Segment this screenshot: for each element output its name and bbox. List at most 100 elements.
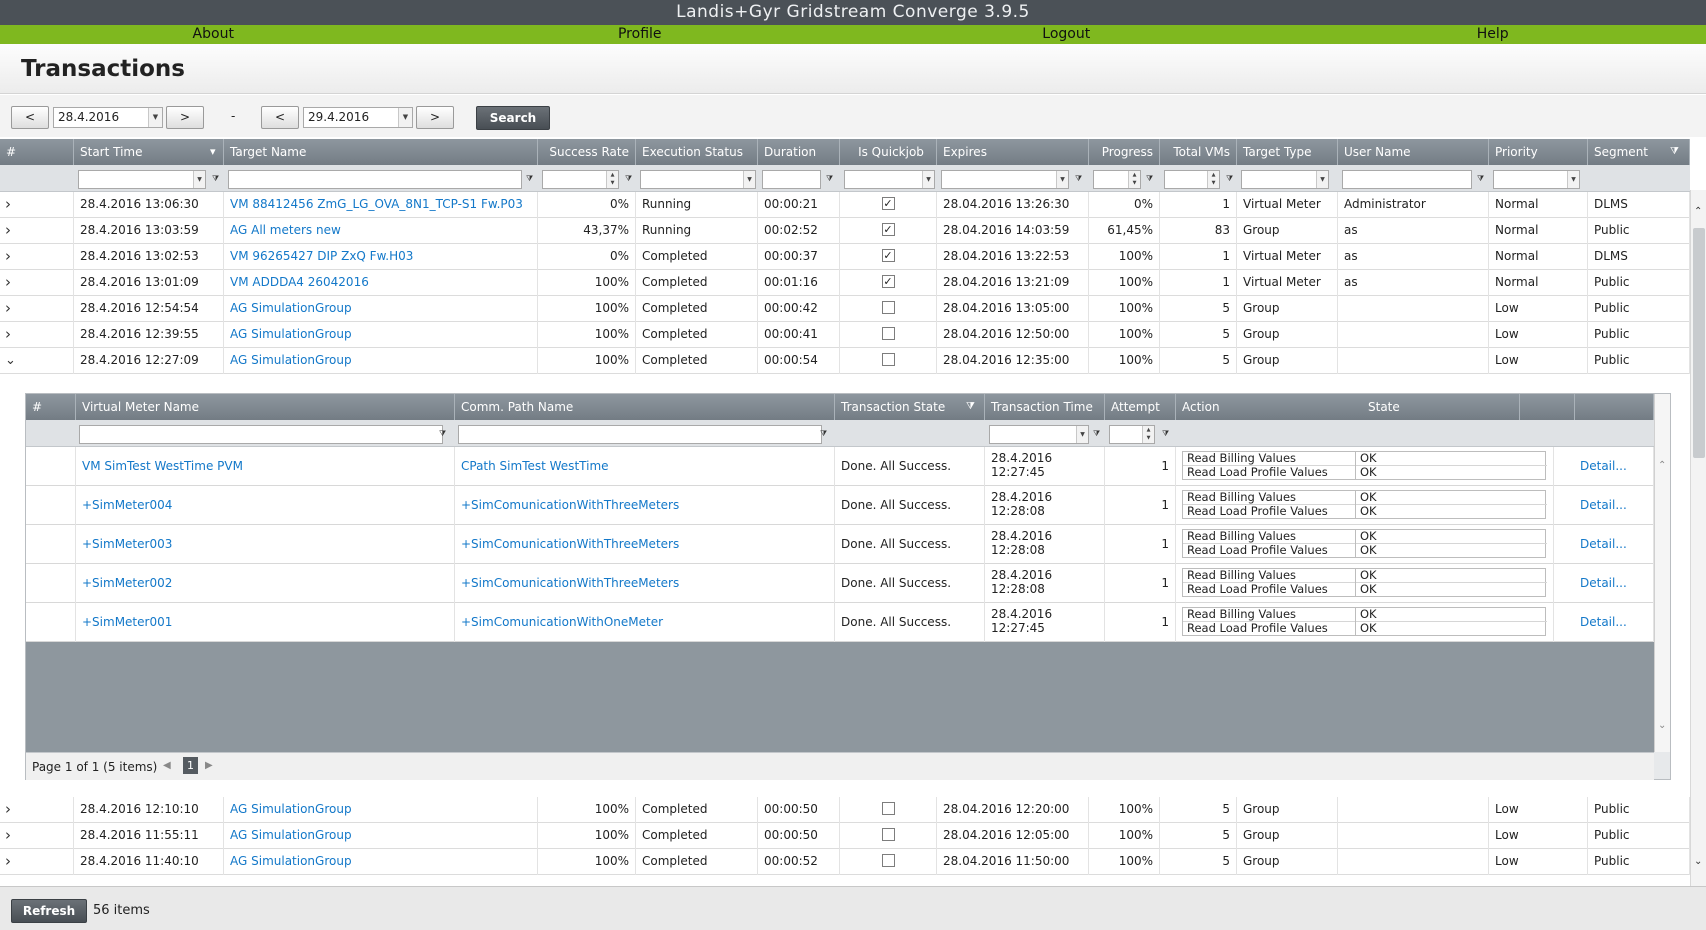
attempt-filter[interactable]: ▲ ▼ — [1109, 425, 1155, 444]
chevron-down-icon[interactable]: ▼ — [922, 171, 934, 188]
target-type-filter[interactable]: ▼ — [1241, 170, 1329, 189]
chevron-down-icon[interactable]: ▼ — [398, 108, 412, 127]
virtual-meter-name-cell[interactable]: VM SimTest WestTime PVM — [76, 447, 455, 486]
table-row[interactable]: › 28.4.2016 12:10:10 AG SimulationGroup 100… — [0, 797, 1690, 823]
is-quickjob-checkbox[interactable] — [881, 802, 895, 815]
detail-row[interactable]: +SimMeter004 +SimComunicationWithThreeMet… — [26, 486, 1654, 525]
start-time-filter[interactable]: ▼ — [78, 170, 206, 189]
grid-scrollbar[interactable]: ⌃ ⌄ — [1690, 190, 1706, 886]
table-row[interactable]: ⌄ 28.4.2016 12:27:09 AG SimulationGroup 100… — [0, 348, 1690, 374]
user-name-filter[interactable] — [1342, 170, 1472, 189]
column-header-is-quickjob[interactable]: Is Quickjob — [840, 139, 937, 165]
table-row[interactable]: › 28.4.2016 13:02:53 VM 96265427 DIP ZxQ F… — [0, 244, 1690, 270]
filter-funnel-icon[interactable]: ⧩ — [826, 174, 834, 184]
detail-row[interactable]: +SimMeter002 +SimComunicationWithThreeMet… — [26, 564, 1654, 603]
comm-path-name-cell[interactable]: +SimComunicationWithThreeMeters — [455, 486, 835, 525]
transaction-time-filter[interactable]: ▼ — [989, 425, 1089, 444]
virtual-meter-name-cell[interactable]: +SimMeter003 — [76, 525, 455, 564]
column-header-attempt[interactable]: Attempt — [1105, 394, 1176, 420]
comm-path-name-cell[interactable]: +SimComunicationWithThreeMeters — [455, 564, 835, 603]
detail-link[interactable]: Detail... — [1574, 486, 1654, 525]
chevron-right-icon[interactable]: › — [5, 826, 11, 844]
virtual-meter-name-cell[interactable]: +SimMeter004 — [76, 486, 455, 525]
menu-help[interactable]: Help — [1280, 25, 1706, 44]
detail-link[interactable]: Detail... — [1574, 447, 1654, 486]
virtual-meter-name-cell[interactable]: +SimMeter001 — [76, 603, 455, 642]
column-header-virtual-meter-name[interactable]: Virtual Meter Name — [76, 394, 455, 420]
filter-funnel-icon[interactable]: ⧩ — [526, 174, 534, 184]
sort-dropdown-icon[interactable]: ▾ — [210, 139, 216, 165]
to-date-next-button[interactable]: > — [416, 106, 454, 129]
table-row[interactable]: › 28.4.2016 13:01:09 VM ADDDA4 26042016 100… — [0, 270, 1690, 296]
target-name-cell[interactable]: AG SimulationGroup — [224, 823, 538, 849]
duration-filter[interactable] — [762, 170, 821, 189]
column-header-detail-index[interactable]: # — [26, 394, 76, 420]
filter-funnel-icon[interactable]: ⧩ — [1162, 429, 1170, 439]
chevron-right-icon[interactable]: › — [5, 299, 11, 317]
filter-funnel-icon[interactable]: ⧩ — [212, 174, 220, 184]
detail-row[interactable]: VM SimTest WestTime PVM CPath SimTest Wes… — [26, 447, 1654, 486]
expires-filter[interactable]: ▼ — [941, 170, 1069, 189]
chevron-right-icon[interactable]: › — [5, 221, 11, 239]
filter-funnel-icon[interactable]: ⧩ — [1477, 174, 1485, 184]
column-header-row-expander[interactable]: # — [0, 139, 74, 165]
column-header-execution-status[interactable]: Execution Status — [636, 139, 758, 165]
target-name-filter[interactable] — [228, 170, 522, 189]
scroll-down-icon[interactable]: ⌄ — [1658, 720, 1666, 731]
detail-link[interactable]: Detail... — [1574, 603, 1654, 642]
execution-status-filter[interactable]: ▼ — [640, 170, 756, 189]
chevron-right-icon[interactable]: › — [5, 852, 11, 870]
menu-profile[interactable]: Profile — [427, 25, 854, 44]
filter-funnel-icon[interactable]: ⧩ — [1226, 174, 1234, 184]
column-header-action[interactable]: Action — [1176, 394, 1362, 420]
table-row[interactable]: › 28.4.2016 12:39:55 AG SimulationGroup 100… — [0, 322, 1690, 348]
from-date-prev-button[interactable]: < — [11, 106, 49, 129]
filter-funnel-icon[interactable]: ⧩ — [1075, 174, 1083, 184]
target-name-cell[interactable]: AG SimulationGroup — [224, 849, 538, 875]
column-header-priority[interactable]: Priority — [1489, 139, 1588, 165]
column-header-target-type[interactable]: Target Type — [1237, 139, 1338, 165]
comm-path-name-cell[interactable]: +SimComunicationWithThreeMeters — [455, 525, 835, 564]
target-name-cell[interactable]: AG SimulationGroup — [224, 322, 538, 348]
search-button[interactable]: Search — [476, 106, 550, 130]
success-rate-filter[interactable]: ▲ ▼ — [542, 170, 619, 189]
total-vms-filter[interactable]: ▲ ▼ — [1164, 170, 1220, 189]
detail-row[interactable]: +SimMeter003 +SimComunicationWithThreeMet… — [26, 525, 1654, 564]
filter-funnel-icon[interactable]: ⧩ — [1670, 139, 1679, 165]
detail-row[interactable]: +SimMeter001 +SimComunicationWithOneMeter… — [26, 603, 1654, 642]
table-row[interactable]: › 28.4.2016 11:40:10 AG SimulationGroup 100… — [0, 849, 1690, 875]
column-header-progress[interactable]: Progress — [1089, 139, 1160, 165]
target-name-cell[interactable]: AG SimulationGroup — [224, 797, 538, 823]
scroll-up-icon[interactable]: ⌃ — [1658, 460, 1666, 471]
column-header-comm-path-name[interactable]: Comm. Path Name — [455, 394, 835, 420]
detail-link[interactable]: Detail... — [1574, 525, 1654, 564]
target-name-cell[interactable]: VM 88412456 ZmG_LG_OVA_8N1_TCP-S1 Fw.P03 — [224, 192, 538, 218]
column-header-target-name[interactable]: Target Name — [224, 139, 538, 165]
column-header-duration[interactable]: Duration — [758, 139, 840, 165]
scroll-up-icon[interactable]: ⌃ — [1694, 206, 1702, 217]
chevron-down-icon[interactable]: ▼ — [1567, 171, 1579, 188]
is-quickjob-checkbox[interactable] — [881, 327, 895, 340]
filter-funnel-icon[interactable]: ⧩ — [1093, 429, 1101, 439]
target-name-cell[interactable]: AG All meters new — [224, 218, 538, 244]
pager-next-icon[interactable]: ▶ — [205, 760, 213, 771]
is-quickjob-checkbox[interactable]: ✓ — [881, 249, 895, 262]
chevron-right-icon[interactable]: › — [5, 247, 11, 265]
table-row[interactable]: › 28.4.2016 13:06:30 VM 88412456 ZmG_LG_OV… — [0, 192, 1690, 218]
filter-funnel-icon[interactable]: ⧩ — [1146, 174, 1154, 184]
is-quickjob-checkbox[interactable] — [881, 828, 895, 841]
comm-path-name-filter[interactable] — [458, 425, 822, 444]
pager-page-button[interactable]: 1 — [183, 757, 198, 774]
column-header-expires[interactable]: Expires — [937, 139, 1089, 165]
from-date-picker[interactable]: 28.4.2016 ▼ — [53, 107, 163, 128]
scroll-down-icon[interactable]: ⌄ — [1694, 856, 1702, 867]
column-header-transaction-time[interactable]: Transaction Time — [985, 394, 1105, 420]
spinner-icon[interactable]: ▲ ▼ — [1142, 426, 1154, 443]
spinner-icon[interactable]: ▲ ▼ — [606, 171, 618, 188]
is-quickjob-filter[interactable]: ▼ — [844, 170, 935, 189]
is-quickjob-checkbox[interactable] — [881, 301, 895, 314]
comm-path-name-cell[interactable]: CPath SimTest WestTime — [455, 447, 835, 486]
filter-funnel-icon[interactable]: ⧩ — [820, 429, 828, 439]
to-date-picker[interactable]: 29.4.2016 ▼ — [303, 107, 413, 128]
is-quickjob-checkbox[interactable] — [881, 353, 895, 366]
